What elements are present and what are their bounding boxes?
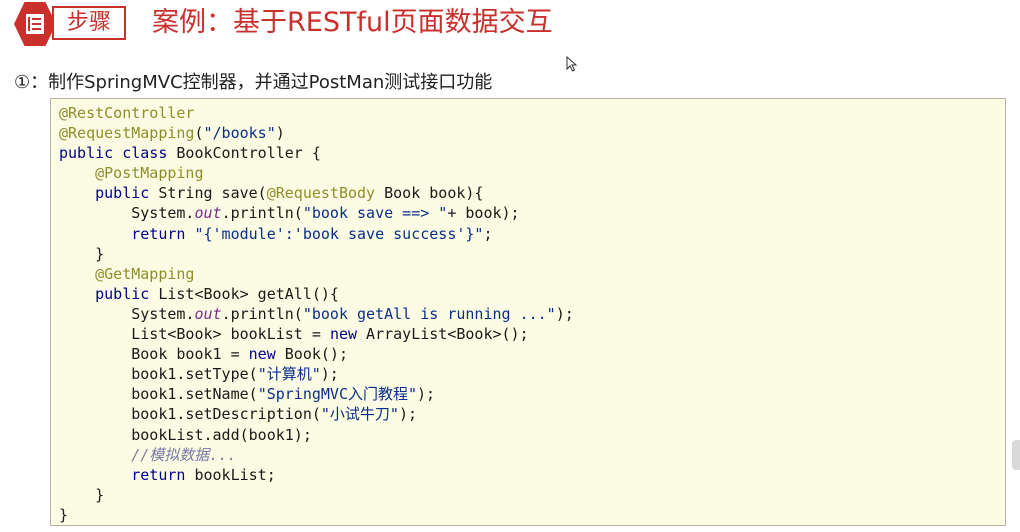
code-token: System. [59, 304, 195, 323]
code-token: "小试牛刀" [320, 405, 399, 424]
code-token: Book(); [275, 345, 348, 364]
code-line: List<Book> bookList = new ArrayList<Book… [59, 324, 574, 344]
mouse-cursor-icon [566, 56, 578, 72]
code-line: //模拟数据... [59, 445, 574, 465]
code-token: ); [320, 365, 339, 384]
code-token: bookList; [185, 465, 276, 484]
scroll-handle[interactable] [1012, 440, 1020, 470]
code-line: book1.setDescription("小试牛刀"); [59, 404, 574, 424]
code-line: @PostMapping [59, 163, 574, 183]
code-line: return bookList; [59, 465, 574, 485]
code-token: ); [555, 304, 574, 323]
code-line: book1.setType("计算机"); [59, 364, 574, 384]
code-token: public [95, 284, 150, 303]
code-token: book1.setType( [59, 365, 258, 384]
code-token: new [248, 345, 276, 364]
slide-header: 步骤 案例：基于RESTful页面数据交互 [0, 0, 1020, 52]
code-token: String save( [149, 184, 267, 203]
code-line: public List<Book> getAll(){ [59, 284, 574, 304]
code-token: } [59, 244, 105, 263]
code-token: book1.setName( [59, 385, 258, 404]
code-token: BookController { [167, 144, 321, 163]
code-token: "{'module':'book save success'}" [194, 224, 484, 243]
code-token: //模拟数据... [131, 445, 237, 464]
code-line: } [59, 244, 574, 264]
code-token: ArrayList<Book>(); [357, 325, 529, 344]
code-line: System.out.println("book getAll is runni… [59, 304, 574, 324]
code-token: new [329, 325, 358, 344]
code-line: return "{'module':'book save success'}"; [59, 224, 574, 244]
code-token: "计算机" [257, 365, 321, 384]
step-label: 步骤 [52, 6, 126, 40]
step-instruction: ①：制作SpringMVC控制器，并通过PostMan测试接口功能 [14, 72, 493, 93]
code-token: List<Book> getAll(){ [149, 284, 339, 303]
code-token: out [194, 304, 222, 323]
code-token: Book book1 = [59, 345, 249, 364]
code-block: @RestController @RequestMapping("/books")… [50, 98, 1006, 526]
code-token: "/books" [203, 124, 276, 143]
code-token: } [59, 485, 105, 504]
code-token: public [95, 184, 150, 203]
page-title: 案例：基于RESTful页面数据交互 [152, 7, 553, 38]
code-line: System.out.println("book save ==> "+ boo… [59, 203, 574, 223]
code-token: out [194, 204, 222, 223]
code-token: } [59, 505, 69, 524]
code-token: book1.setDescription( [59, 405, 321, 424]
code-line: @RestController [59, 103, 574, 123]
code-token: bookList.add(book1); [59, 425, 312, 444]
code-token: "book getAll is running ..." [302, 304, 556, 323]
code-token: ; [483, 224, 493, 243]
code-line: public class BookController { [59, 143, 574, 163]
code-token: "SpringMVC入门教程" [257, 385, 418, 404]
code-line: Book book1 = new Book(); [59, 344, 574, 364]
code-token: return [131, 465, 186, 484]
code-token: ( [194, 124, 204, 143]
code-token: ) [275, 124, 285, 143]
code-token: "book save ==> " [302, 204, 448, 223]
code-line: } [59, 505, 574, 525]
code-token: @PostMapping [95, 164, 204, 183]
code-token: @GetMapping [95, 264, 195, 283]
code-line: } [59, 485, 574, 505]
code-token: .println( [221, 304, 303, 323]
code-token: Book book){ [375, 184, 484, 203]
code-token: @RequestMapping [59, 124, 195, 143]
code-token: System. [59, 204, 195, 223]
code-token: @RequestBody [266, 184, 376, 203]
code-line: book1.setName("SpringMVC入门教程"); [59, 384, 574, 404]
step-badge [14, 2, 56, 46]
code-token: public class [59, 144, 168, 163]
code-token: ); [417, 385, 436, 404]
code-line: public String save(@RequestBody Book boo… [59, 183, 574, 203]
code-line: @RequestMapping("/books") [59, 123, 574, 143]
code-token: .println( [221, 204, 303, 223]
code-line: bookList.add(book1); [59, 425, 574, 445]
code-token: return [131, 224, 186, 243]
code-line: @GetMapping [59, 264, 574, 284]
code-content: @RestController @RequestMapping("/books")… [59, 103, 574, 525]
code-token: List<Book> bookList = [59, 325, 330, 344]
code-token: + book); [447, 204, 520, 223]
list-icon [26, 14, 44, 34]
code-token: @RestController [59, 104, 195, 122]
code-token: ); [398, 405, 418, 424]
